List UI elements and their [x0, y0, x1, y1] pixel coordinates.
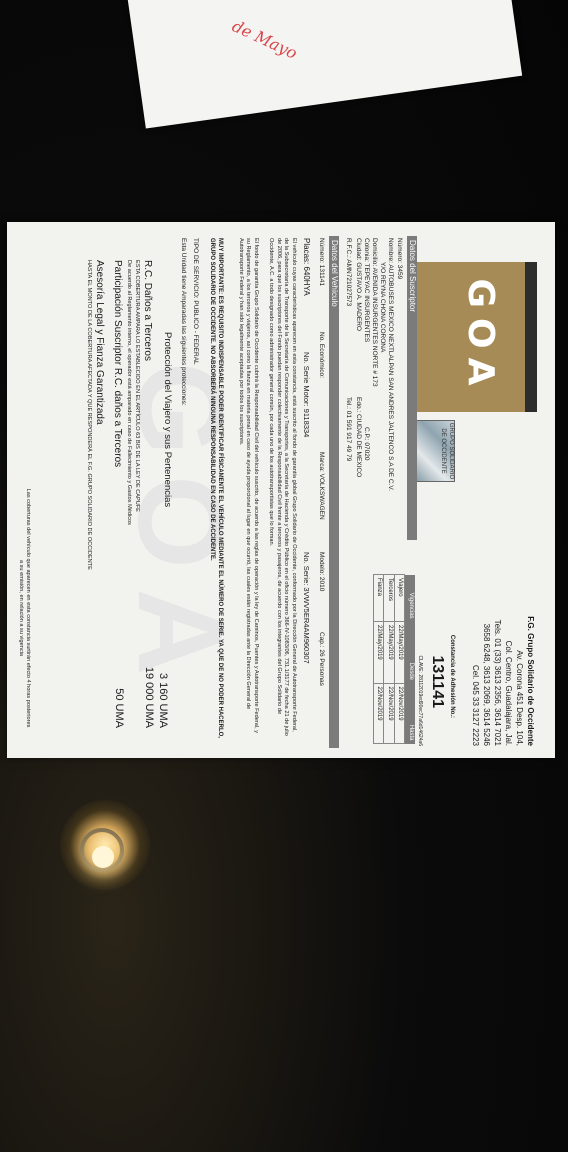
coverage-rc-desc: ESTA COBERTURA AMPARA LO ESTABLECIDO EN … — [134, 260, 140, 512]
hologram-label: GRUPO SOLIDARIO DE OCCIDENTE — [440, 422, 455, 480]
goa-logo: GOA — [415, 262, 537, 412]
table-row: Terceros 22/May/2019 22/Nov/2019 — [384, 574, 395, 744]
vehicle-economico: No. Económico: — [318, 332, 325, 378]
coverage-rc-amount: 19 000 UMA — [143, 666, 155, 728]
coverage-rc-title: R.C. Daños a Terceros — [142, 260, 153, 361]
document-wrapper: GOA GOA GRUPO SOLIDARIO DE OCCIDENTE F.G… — [7, 222, 555, 758]
vehicle-marca: Marca: VOLKSWAGEN — [318, 452, 325, 520]
company-phones2: 3658 6248, 3613 2069, 3614 5246 — [482, 623, 491, 746]
company-info: F.G. Grupo Solidario de Occidente Av. Co… — [469, 546, 535, 746]
vig-label: Fianza — [373, 574, 384, 622]
paragraph-cobertura: El fondo de garantía Grupo Solidario de … — [237, 238, 259, 734]
subscriber-rfc: R.F.C.: AMN721027573 — [345, 238, 352, 307]
coverage-viajero-amount: 3 160 UMA — [157, 672, 169, 728]
important-notice: MUY IMPORTANTE: ES REQUISITO INDISPENSAB… — [209, 238, 223, 738]
participacion-amount: 50 UMA — [113, 688, 125, 728]
subscriber-tel: Tel.: 01 591 917 49 79 — [345, 397, 352, 462]
vig-from: 22/May/2019 — [384, 621, 395, 684]
vehicle-cap: Cap.: 26 Personas — [318, 632, 325, 686]
coverage-rc-desc2: De acuerdo al Reglamento interno, el ope… — [126, 260, 132, 525]
vig-label: Viajero — [394, 574, 405, 622]
vehicle-motor: No. Serie Motor: 9118334 — [302, 352, 311, 438]
vehicle-serie: No. Serie: 3VWV5ER4AM960307 — [302, 552, 311, 664]
hologram-seal: GRUPO SOLIDARIO DE OCCIDENTE — [413, 420, 455, 482]
coverage-viajero: Protección del Viajero y sus Pertenencia… — [162, 332, 173, 508]
photo-scene: de Mayo GOA GOA GRUPO SOLIDARIO DE OCCID… — [0, 0, 568, 1152]
subscriber-cp: C.P.: 07020 — [363, 427, 370, 461]
candle-flame-icon — [92, 846, 114, 868]
bottom-note: Las coberturas del vehículo que aparecen… — [17, 488, 31, 728]
vehicle-placas: Placas: 640HYA — [302, 238, 311, 296]
vig-to: 22/Nov/2019 — [373, 683, 384, 744]
subscriber-nombre: Nombre: AUTOBUSES MEXICO NEXTLALPAN SAN … — [387, 238, 394, 491]
legal-desc: HASTA EL MONTO DE LA COBERTURA AFECTADA … — [86, 260, 92, 570]
legal-title: Asesoría Legal y Fianza Garantizada — [94, 260, 105, 425]
subscriber-edo: Edo.: CIUDAD DE MEXICO — [355, 397, 362, 478]
constancia-number: 131141 — [429, 655, 446, 708]
vig-to: 22/Nov/2019 — [394, 683, 405, 744]
logo-text: GOA — [460, 278, 501, 396]
table-row: Fianza 22/May/2019 22/Nov/2019 — [373, 574, 384, 744]
vig-from: 22/May/2019 — [373, 621, 384, 684]
subscriber-domicilio: Domicilio: AVENIDA INSURGENTES NORTE # 1… — [371, 238, 378, 387]
subscriber-ciudad: Ciudad: GUSTAVO A. MADERO — [355, 238, 362, 331]
table-row: Viajero 22/May/2019 22/Nov/2019 — [394, 574, 405, 744]
vehicle-modelo: Modelo: 2010 — [318, 552, 325, 592]
company-address2: Col. Centro, Guadalajara, Jal. — [504, 640, 513, 746]
vig-label: Terceros — [384, 574, 395, 622]
service-type: TIPO DE SERVICIO: PUBLICO - FEDERAL — [192, 238, 199, 365]
vehicle-numero: Número: 131141 — [318, 238, 325, 286]
vig-from: 22/May/2019 — [394, 621, 405, 684]
subscriber-nombre2: Y/O REYNA CHONA CORONA — [379, 262, 386, 353]
vigencias-col-end: Hasta — [405, 683, 415, 744]
subscriber-numero: Número: 3459 — [396, 238, 403, 280]
company-phones1: Tels. 01 (33) 3613 2356, 3614 7021 — [493, 619, 502, 746]
company-name: F.G. Grupo Solidario de Occidente — [526, 616, 535, 746]
company-address1: Av. Corona 451 Desp. 104, — [515, 650, 524, 746]
vig-to: 22/Nov/2019 — [384, 683, 395, 744]
vigencias-col-start: Desde — [405, 621, 415, 684]
vigencias-header: Vigencias — [405, 574, 415, 622]
constancia-label: Constancia de Adhesión No.: — [449, 634, 455, 718]
amparada-text: Esta Unidad tiene Amparadas las siguient… — [180, 238, 187, 406]
vehicle-header: Datos del Vehículo — [329, 236, 339, 748]
participacion-title: Participación Suscriptor R.C. daños a Te… — [112, 260, 123, 468]
constancia-document: GOA GOA GRUPO SOLIDARIO DE OCCIDENTE F.G… — [7, 222, 555, 758]
clave-code: CLAVE: 28112019ed90ec77a6d14624a6 — [417, 655, 423, 746]
subscriber-colonia: Colonia: TEPEYAC INSURGENTES — [363, 238, 370, 343]
vigencias-table: Vigencias Desde Hasta Viajero 22/May/201… — [373, 574, 415, 744]
paragraph-fondo: El vehículo cuyas características aparec… — [268, 238, 297, 736]
subscriber-header: Datos del Suscriptor — [407, 236, 417, 540]
company-cel: Cel. 045 33 3127 2223 — [471, 665, 480, 746]
